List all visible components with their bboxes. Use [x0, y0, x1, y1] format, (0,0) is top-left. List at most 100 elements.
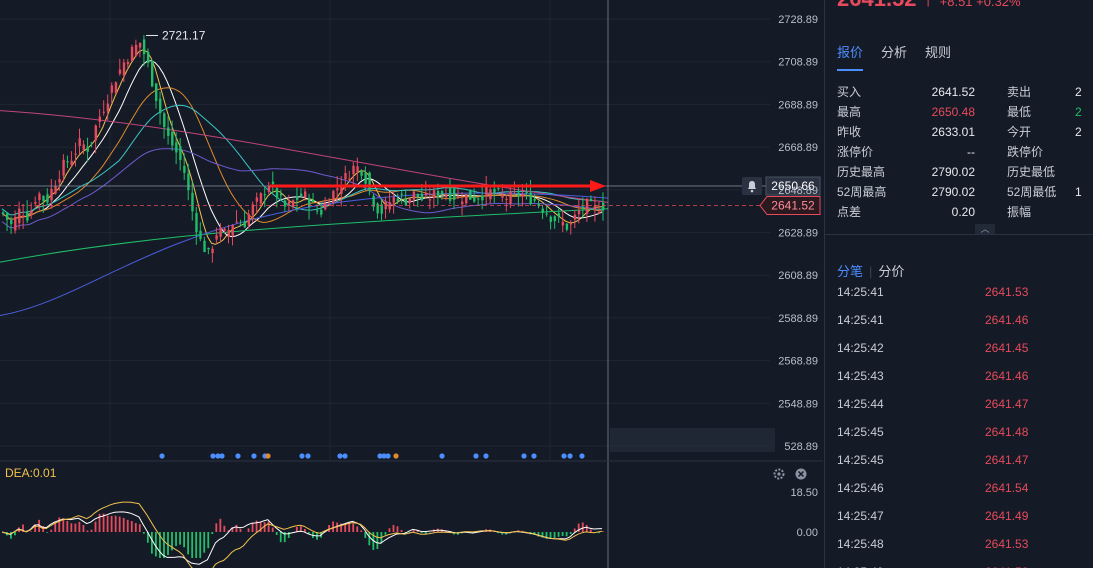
candle-body	[352, 165, 355, 175]
candle-body	[541, 208, 544, 213]
candle-body	[553, 216, 557, 222]
tick-time: 14:25:41	[837, 285, 884, 299]
candle-body	[283, 200, 287, 207]
tab-price-levels[interactable]: 分价	[878, 264, 904, 279]
list-item: 14:25:47 2641.49	[837, 502, 1093, 530]
candle-body	[98, 116, 102, 122]
event-dot	[219, 453, 225, 459]
macd-bar	[279, 532, 282, 543]
candle-body	[408, 198, 412, 203]
candle-body	[42, 196, 45, 202]
axis-tick-label: 528.89	[784, 441, 818, 453]
macd-bar	[561, 532, 564, 537]
macd-bar	[239, 528, 242, 532]
tick-time: 14:25:44	[837, 397, 884, 411]
candle-body	[191, 192, 194, 212]
quote-cell: 0.20	[951, 205, 975, 219]
quote-cell: 2641.52	[931, 85, 975, 99]
macd-bar	[50, 529, 53, 532]
candle-body	[106, 103, 110, 112]
list-item: 14:25:45 2641.47	[837, 446, 1093, 474]
macd-bar	[199, 532, 202, 558]
macd-bar	[175, 532, 177, 547]
candle-body	[360, 170, 363, 176]
candle-body	[171, 131, 174, 146]
tab-analysis[interactable]: 分析	[881, 42, 907, 71]
macd-bar	[356, 526, 359, 532]
macd-bar	[376, 532, 379, 550]
candle-body	[118, 69, 122, 74]
axis-tick-label: 2688.89	[778, 99, 818, 111]
tick-time: 14:25:45	[837, 453, 884, 467]
tick-time: 14:25:43	[837, 369, 884, 383]
quote-cell: 跌停价	[1007, 145, 1044, 159]
axis-tick-label: 2548.89	[778, 398, 818, 410]
candle-body	[336, 188, 339, 191]
candle-body	[46, 194, 49, 203]
macd-bar	[183, 532, 185, 548]
chart-overlay: 2721.172650.662641.52	[0, 0, 821, 568]
macd-bar	[219, 518, 222, 532]
candle-body	[10, 220, 13, 224]
event-dot	[521, 453, 527, 459]
bell-icon[interactable]	[742, 177, 762, 196]
tick-price: 2641.53	[985, 285, 1029, 299]
quote-cell: 涨停价	[837, 145, 874, 159]
tick-price: 2641.48	[985, 425, 1029, 439]
tick-time: 14:25:48	[837, 537, 884, 551]
candle-body	[412, 191, 416, 200]
macd-bar	[142, 532, 145, 534]
candle-body	[533, 199, 536, 201]
quote-cell: 2790.02	[931, 185, 975, 199]
candle-body	[126, 61, 130, 65]
candle-body	[424, 192, 428, 196]
price-chart[interactable]: 2721.172650.662641.52 2728.89 2708.89 2688…	[0, 0, 823, 568]
macd-bar	[384, 532, 387, 535]
macd-bar	[392, 524, 395, 532]
macd-bar	[70, 523, 73, 532]
macd-bar	[167, 532, 169, 556]
event-dot	[393, 453, 399, 459]
candle-body	[150, 60, 154, 87]
quote-cell: 昨收	[837, 125, 862, 139]
candle-body	[142, 39, 146, 55]
tick-price: 2641.47	[985, 397, 1029, 411]
candle-body	[481, 195, 484, 201]
candle-body	[501, 194, 504, 198]
candle-body	[465, 194, 468, 204]
candle-body	[597, 212, 601, 214]
quote-row: 历史最高 2790.02 历史最低	[837, 162, 1093, 182]
quote-cell: 2650.48	[931, 105, 975, 119]
gear-icon[interactable]	[773, 468, 785, 480]
candle-body	[34, 202, 37, 204]
list-item: 14:25:44 2641.47	[837, 390, 1093, 418]
candle-body	[62, 159, 65, 176]
tab-quote[interactable]: 报价	[837, 42, 864, 71]
candle-body	[223, 228, 226, 231]
quote-cell: 2	[1075, 85, 1082, 99]
collapse-icon[interactable]: ︿	[975, 224, 995, 234]
macd-bar	[589, 529, 592, 532]
tick-list[interactable]: 14:25:41 2641.53 14:25:41 2641.46 14:25:42 26…	[837, 278, 1093, 568]
macd-bar	[114, 515, 117, 532]
candle-body	[420, 193, 424, 201]
event-dot	[579, 453, 585, 459]
macd-bar	[412, 529, 415, 532]
candle-body	[416, 193, 420, 198]
axis-tick-label: 0.00	[797, 527, 818, 539]
candlestick-series	[2, 35, 605, 263]
candle-body	[432, 190, 436, 198]
candle-body	[82, 144, 85, 150]
macd-bar	[126, 519, 129, 532]
event-dot	[265, 453, 271, 459]
macd-bar	[195, 532, 198, 558]
candle-body	[271, 181, 275, 184]
candle-body	[251, 204, 255, 215]
tab-ticks[interactable]: 分笔	[837, 264, 863, 279]
candle-body	[130, 46, 134, 62]
close-icon[interactable]	[795, 468, 807, 480]
macd-bar	[368, 532, 371, 546]
candle-body	[291, 200, 295, 208]
macd-panel: DEA:0.01 18.50 0.00	[0, 460, 823, 568]
tab-rules[interactable]: 规则	[925, 42, 951, 71]
